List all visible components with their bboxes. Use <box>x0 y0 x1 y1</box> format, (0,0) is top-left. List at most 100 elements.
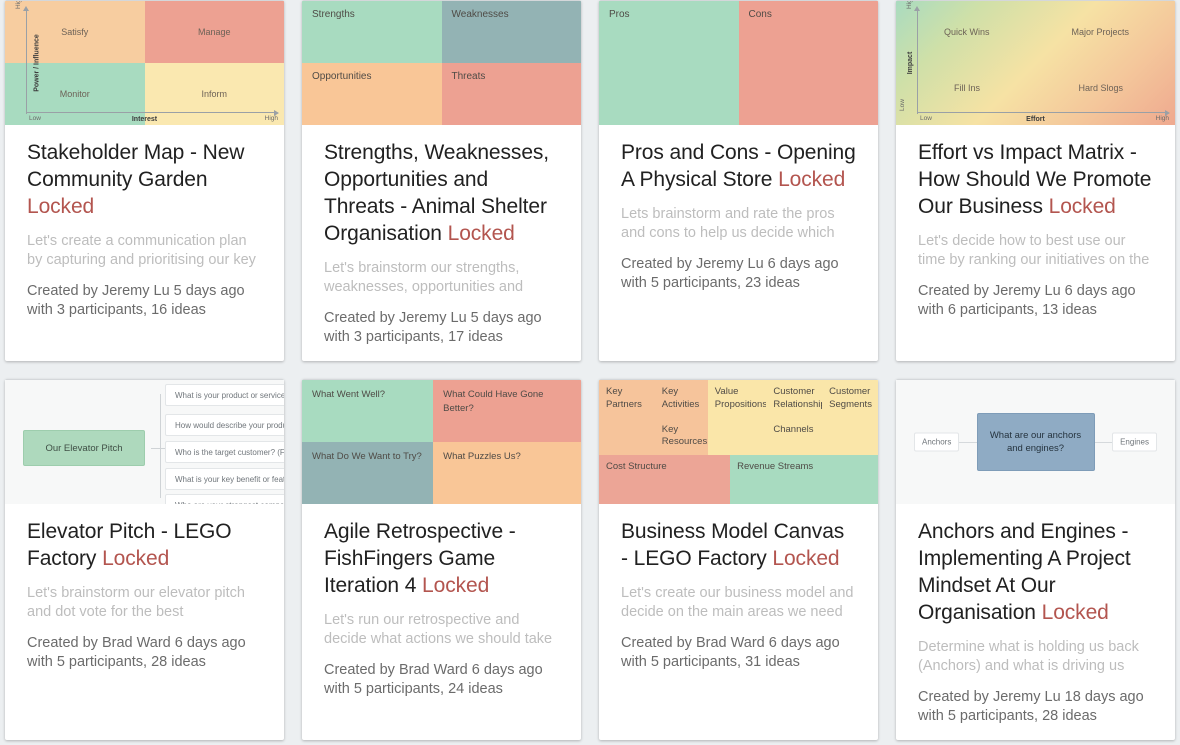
status-badge: Locked <box>772 547 840 570</box>
card-title: Elevator Pitch - LEGO Factory Locked <box>27 518 262 572</box>
board-card-business-model-canvas[interactable]: Key Partners Key Activities Key Resource… <box>599 379 878 740</box>
y-axis-line <box>917 9 918 114</box>
quadrant-fill-ins: Fill Ins <box>954 83 981 93</box>
bmc-col-value-propositions: Value Propositions <box>707 380 767 456</box>
gradient-matrix <box>896 1 1175 125</box>
bmc-cell-customer-segments: Customer Segments <box>829 386 872 410</box>
card-title: Agile Retrospective - FishFingers Game I… <box>324 518 559 599</box>
card-title: Stakeholder Map - New Community Garden L… <box>27 139 262 220</box>
card-description: Let's run our retrospective and decide w… <box>324 612 553 647</box>
board-thumbnail-effort-vs-impact[interactable]: Quick Wins Major Projects Fill Ins Hard … <box>896 0 1175 125</box>
swot-opportunities: Opportunities <box>302 63 442 125</box>
mindmap-diagram: Our Elevator Pitch What is your product … <box>5 380 284 504</box>
quadrant-quick-wins: Quick Wins <box>944 27 990 37</box>
mindmap-connector <box>151 448 165 449</box>
board-card-stakeholder-map[interactable]: Satisfy Manage Monitor Inform Power / In… <box>5 0 284 361</box>
board-card-grid: Satisfy Manage Monitor Inform Power / In… <box>0 0 1180 740</box>
y-axis-label: Power / Influence <box>33 34 41 92</box>
board-thumbnail-pros-and-cons[interactable]: Pros Cons <box>599 0 878 125</box>
card-meta: Created by Brad Ward 6 days ago with 5 p… <box>621 635 840 670</box>
board-card-swot[interactable]: Strengths Weaknesses Opportunities Threa… <box>302 0 581 361</box>
bmc-top-row: Key Partners Key Activities Key Resource… <box>599 380 878 456</box>
x-axis-low-tick: Low <box>920 115 932 122</box>
card-body: Effort vs Impact Matrix - How Should We … <box>896 125 1175 330</box>
card-description: Let's brainstorm our elevator pitch and … <box>27 585 245 620</box>
board-thumbnail-swot[interactable]: Strengths Weaknesses Opportunities Threa… <box>302 0 581 125</box>
quadrant-label: Inform <box>201 89 227 99</box>
board-thumbnail-business-model-canvas[interactable]: Key Partners Key Activities Key Resource… <box>599 379 878 504</box>
card-description: Lets brainstorm and rate the pros and co… <box>621 206 835 241</box>
card-meta: Created by Jeremy Lu 18 days ago with 5 … <box>918 689 1144 724</box>
status-badge: Locked <box>778 168 846 191</box>
card-title: Pros and Cons - Opening A Physical Store… <box>621 139 856 193</box>
card-description: Let's brainstorm our strengths, weakness… <box>324 260 524 295</box>
status-badge: Locked <box>447 222 515 245</box>
bmc-cell-channels: Channels <box>773 423 814 435</box>
board-card-pros-and-cons[interactable]: Pros Cons Pros and Cons - Opening A Phys… <box>599 0 878 361</box>
board-thumbnail-elevator-pitch[interactable]: Our Elevator Pitch What is your product … <box>5 379 284 504</box>
board-thumbnail-stakeholder-map[interactable]: Satisfy Manage Monitor Inform Power / In… <box>5 0 284 125</box>
mindmap-spine <box>160 394 161 498</box>
node-central-question: What are our anchors and engines? <box>976 413 1095 471</box>
card-body: Agile Retrospective - FishFingers Game I… <box>302 504 581 709</box>
x-axis-label: Effort <box>1026 116 1045 123</box>
column-cons: Cons <box>738 1 878 125</box>
card-title-text: Stakeholder Map - New Community Garden <box>27 141 245 191</box>
quadrant-inform: Inform <box>144 63 284 125</box>
card-meta: Created by Brad Ward 6 days ago with 5 p… <box>324 662 543 697</box>
board-thumbnail-agile-retrospective[interactable]: What Went Well? What Could Have Gone Bet… <box>302 379 581 504</box>
card-description: Let's create a communication plan by cap… <box>27 233 256 268</box>
quadrant-hard-slogs: Hard Slogs <box>1078 83 1123 93</box>
swot-matrix: Strengths Weaknesses Opportunities Threa… <box>302 1 581 125</box>
card-title: Business Model Canvas - LEGO Factory Loc… <box>621 518 856 572</box>
swot-weaknesses: Weaknesses <box>441 1 581 63</box>
card-description: Let's decide how to best use our time by… <box>918 233 1150 268</box>
column-pros: Pros <box>599 1 739 125</box>
card-title: Anchors and Engines - Implementing A Pro… <box>918 518 1153 626</box>
y-axis-high-tick: High <box>906 0 913 9</box>
card-body: Pros and Cons - Opening A Physical Store… <box>599 125 878 303</box>
anchors-engines-diagram: Anchors What are our anchors and engines… <box>896 380 1175 504</box>
status-badge: Locked <box>1041 601 1109 624</box>
card-body: Elevator Pitch - LEGO Factory Locked Let… <box>5 504 284 682</box>
card-meta: Created by Jeremy Lu 6 days ago with 5 p… <box>621 256 839 291</box>
x-axis-low-tick: Low <box>29 115 41 122</box>
card-meta: Created by Jeremy Lu 6 days ago with 6 p… <box>918 283 1136 318</box>
quadrant-matrix: Satisfy Manage Monitor Inform <box>5 1 284 125</box>
card-title-text: Strengths, Weaknesses, Opportunities and… <box>324 141 550 245</box>
card-title: Effort vs Impact Matrix - How Should We … <box>918 139 1153 220</box>
card-body: Business Model Canvas - LEGO Factory Loc… <box>599 504 878 682</box>
card-description: Determine what is holding us back (Ancho… <box>918 639 1139 674</box>
quadrant-label: Monitor <box>59 89 90 99</box>
bmc-cell-customer-relationships: Customer Relationships <box>773 386 822 410</box>
quadrant-major-projects: Major Projects <box>1071 27 1129 37</box>
bmc-cell-cost-structure: Cost Structure <box>599 455 731 504</box>
mindmap-root-node: Our Elevator Pitch <box>23 430 145 466</box>
card-body: Stakeholder Map - New Community Garden L… <box>5 125 284 330</box>
board-card-anchors-and-engines[interactable]: Anchors What are our anchors and engines… <box>896 379 1175 740</box>
node-engines: Engines <box>1112 432 1157 452</box>
y-axis-arrow-icon <box>23 6 29 11</box>
retro-what-could-have-gone-better: What Could Have Gone Better? <box>433 380 581 442</box>
retro-matrix: What Went Well? What Could Have Gone Bet… <box>302 380 581 504</box>
card-title-text: Effort vs Impact Matrix - How Should We … <box>918 141 1152 218</box>
board-card-agile-retrospective[interactable]: What Went Well? What Could Have Gone Bet… <box>302 379 581 740</box>
board-card-effort-vs-impact[interactable]: Quick Wins Major Projects Fill Ins Hard … <box>896 0 1175 361</box>
mindmap-branch: What is your product or service na <box>165 384 284 406</box>
card-description: Let's create our business model and deci… <box>621 585 854 620</box>
x-axis-line <box>26 112 276 113</box>
bmc-col-customer-relationships: Customer Relationships Channels <box>766 380 823 456</box>
quadrant-label: Manage <box>197 27 231 37</box>
mindmap-branch: Who is the target customer? (FOR <box>165 441 284 463</box>
y-axis-low-tick: Low <box>899 99 906 111</box>
card-body: Strengths, Weaknesses, Opportunities and… <box>302 125 581 357</box>
y-axis-line <box>26 9 27 114</box>
board-thumbnail-anchors-and-engines[interactable]: Anchors What are our anchors and engines… <box>896 379 1175 504</box>
node-anchors: Anchors <box>914 432 960 452</box>
swot-strengths: Strengths <box>302 1 442 63</box>
board-card-elevator-pitch[interactable]: Our Elevator Pitch What is your product … <box>5 379 284 740</box>
retro-what-puzzles-us: What Puzzles Us? <box>433 442 581 504</box>
card-meta: Created by Brad Ward 6 days ago with 5 p… <box>27 635 246 670</box>
x-axis-label: Interest <box>131 116 158 123</box>
card-meta: Created by Jeremy Lu 5 days ago with 3 p… <box>27 283 245 318</box>
